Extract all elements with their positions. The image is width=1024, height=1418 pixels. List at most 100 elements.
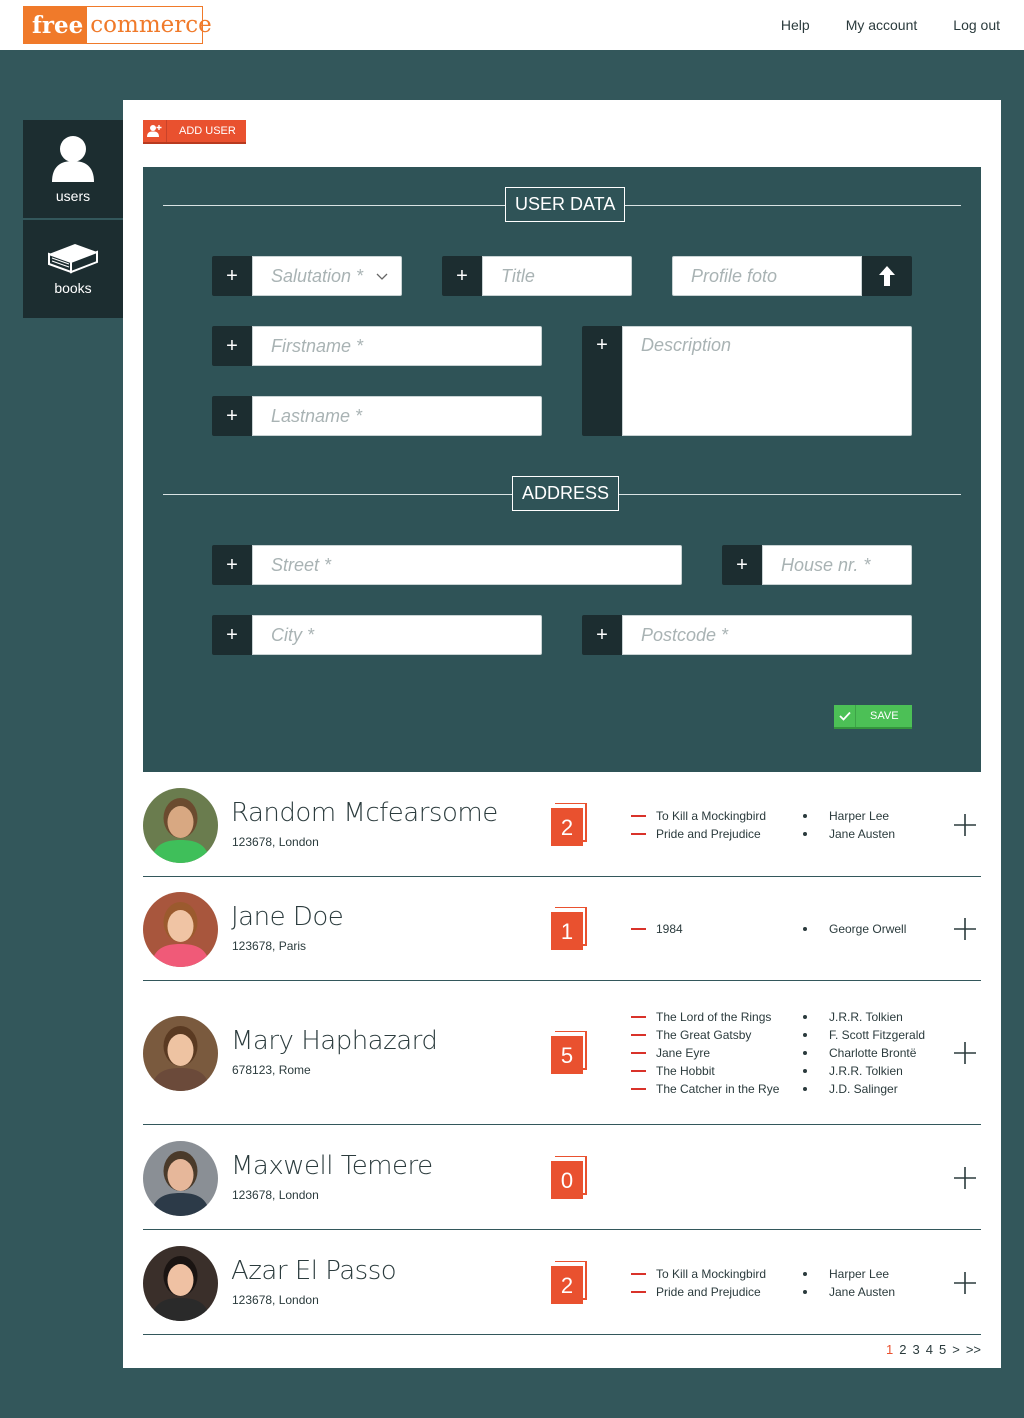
postcode-input[interactable] [641, 624, 911, 646]
city-field: + [212, 615, 542, 655]
book-title: To Kill a Mockingbird [656, 809, 767, 823]
arrow-up-icon [879, 266, 895, 286]
authors-list: J.R.R. Tolkien F. Scott Fitzgerald Charlot… [803, 1008, 925, 1098]
save-button[interactable]: SAVE [834, 705, 912, 729]
bullet-marker [803, 832, 807, 836]
plus-icon[interactable]: + [212, 326, 252, 366]
plus-icon[interactable]: + [582, 326, 622, 436]
add-user-button[interactable]: ADD USER [143, 120, 246, 144]
book-count-badge: 1 [551, 907, 587, 951]
book-icon [48, 244, 98, 274]
expand-plus-icon[interactable] [953, 1166, 977, 1190]
street-input[interactable] [271, 554, 681, 576]
user-name[interactable]: Jane Doe [231, 902, 344, 932]
upload-button[interactable] [862, 256, 912, 296]
plus-icon[interactable]: + [212, 256, 252, 296]
book-item[interactable]: Jane Eyre [631, 1044, 779, 1062]
address-heading: ADDRESS [512, 476, 620, 511]
book-item[interactable]: The Great Gatsby [631, 1026, 779, 1044]
sidebar-item-label: books [54, 280, 92, 296]
expand-plus-icon[interactable] [953, 917, 977, 941]
sidebar-item-users[interactable]: users [23, 120, 123, 220]
author-name: Charlotte Brontë [829, 1046, 917, 1060]
page-link-3[interactable]: 3 [913, 1342, 920, 1357]
page-link-2[interactable]: 2 [899, 1342, 906, 1357]
book-title: The Hobbit [656, 1064, 715, 1078]
user-name[interactable]: Azar El Passo [231, 1256, 397, 1286]
avatar [143, 1016, 218, 1091]
book-item[interactable]: The Catcher in the Rye [631, 1080, 779, 1098]
postcode-field: + [582, 615, 912, 655]
user-name[interactable]: Maxwell Temere [231, 1151, 433, 1181]
house-nr-input[interactable] [781, 554, 911, 576]
brand-logo[interactable]: free commerce [23, 6, 212, 44]
book-item[interactable]: To Kill a Mockingbird [631, 807, 766, 825]
title-field: + [442, 256, 632, 296]
book-item[interactable]: 1984 [631, 920, 683, 938]
plus-icon[interactable]: + [582, 615, 622, 655]
book-item[interactable]: Pride and Prejudice [631, 825, 766, 843]
sidebar: users books [23, 120, 123, 320]
expand-plus-icon[interactable] [953, 813, 977, 837]
dash-marker [631, 1070, 646, 1072]
pagination: 1 2 3 4 5 > >> [886, 1342, 981, 1357]
books-list: 1984 [631, 920, 683, 938]
plus-icon[interactable]: + [212, 545, 252, 585]
book-item[interactable]: Pride and Prejudice [631, 1283, 766, 1301]
dash-marker [631, 1034, 646, 1036]
user-name[interactable]: Random Mcfearsome [231, 798, 498, 828]
authors-list: Harper Lee Jane Austen [803, 1265, 895, 1301]
bullet-marker [803, 927, 807, 931]
plus-icon[interactable]: + [722, 545, 762, 585]
author-name: Harper Lee [829, 809, 890, 823]
profile-foto-input[interactable] [691, 265, 861, 287]
help-link[interactable]: Help [781, 17, 810, 33]
add-user-icon [143, 120, 167, 142]
author-item: Harper Lee [803, 1265, 895, 1283]
dash-marker [631, 815, 646, 817]
author-name: Harper Lee [829, 1267, 890, 1281]
salutation-select[interactable] [252, 256, 402, 296]
title-input[interactable] [501, 265, 631, 287]
lastname-input[interactable] [271, 405, 541, 427]
book-title: The Great Gatsby [656, 1028, 752, 1042]
bullet-marker [803, 1087, 807, 1091]
last-page-link[interactable]: >> [966, 1342, 981, 1357]
author-item: Harper Lee [803, 807, 895, 825]
dash-marker [631, 1088, 646, 1090]
author-item: F. Scott Fitzgerald [803, 1026, 925, 1044]
next-page-link[interactable]: > [952, 1342, 960, 1357]
expand-plus-icon[interactable] [953, 1271, 977, 1295]
book-title: Pride and Prejudice [656, 1285, 761, 1299]
bullet-marker [803, 1015, 807, 1019]
plus-icon[interactable]: + [212, 396, 252, 436]
plus-icon[interactable]: + [442, 256, 482, 296]
city-input[interactable] [271, 624, 541, 646]
book-item[interactable]: The Hobbit [631, 1062, 779, 1080]
book-title: The Lord of the Rings [656, 1010, 772, 1024]
firstname-input[interactable] [271, 335, 541, 357]
expand-plus-icon[interactable] [953, 1041, 977, 1065]
book-item[interactable]: The Lord of the Rings [631, 1008, 779, 1026]
lastname-field: + [212, 396, 542, 436]
plus-icon[interactable]: + [212, 615, 252, 655]
brand-logo-part1: free [24, 7, 88, 43]
logout-link[interactable]: Log out [953, 17, 1000, 33]
sidebar-item-books[interactable]: books [23, 220, 123, 320]
sidebar-item-label: users [55, 188, 91, 204]
user-name[interactable]: Mary Haphazard [231, 1026, 438, 1056]
page-link-1[interactable]: 1 [886, 1342, 893, 1357]
bullet-marker [803, 1290, 807, 1294]
author-item: Jane Austen [803, 825, 895, 843]
save-label: SAVE [870, 710, 899, 722]
book-item[interactable]: To Kill a Mockingbird [631, 1265, 766, 1283]
page-link-4[interactable]: 4 [926, 1342, 933, 1357]
author-item: Jane Austen [803, 1283, 895, 1301]
my-account-link[interactable]: My account [846, 17, 918, 33]
bullet-marker [803, 1272, 807, 1276]
page-link-5[interactable]: 5 [939, 1342, 946, 1357]
author-item: J.R.R. Tolkien [803, 1008, 925, 1026]
description-input[interactable] [641, 327, 911, 417]
book-title: To Kill a Mockingbird [656, 1267, 767, 1281]
books-list: To Kill a Mockingbird Pride and Prejudice [631, 807, 766, 843]
